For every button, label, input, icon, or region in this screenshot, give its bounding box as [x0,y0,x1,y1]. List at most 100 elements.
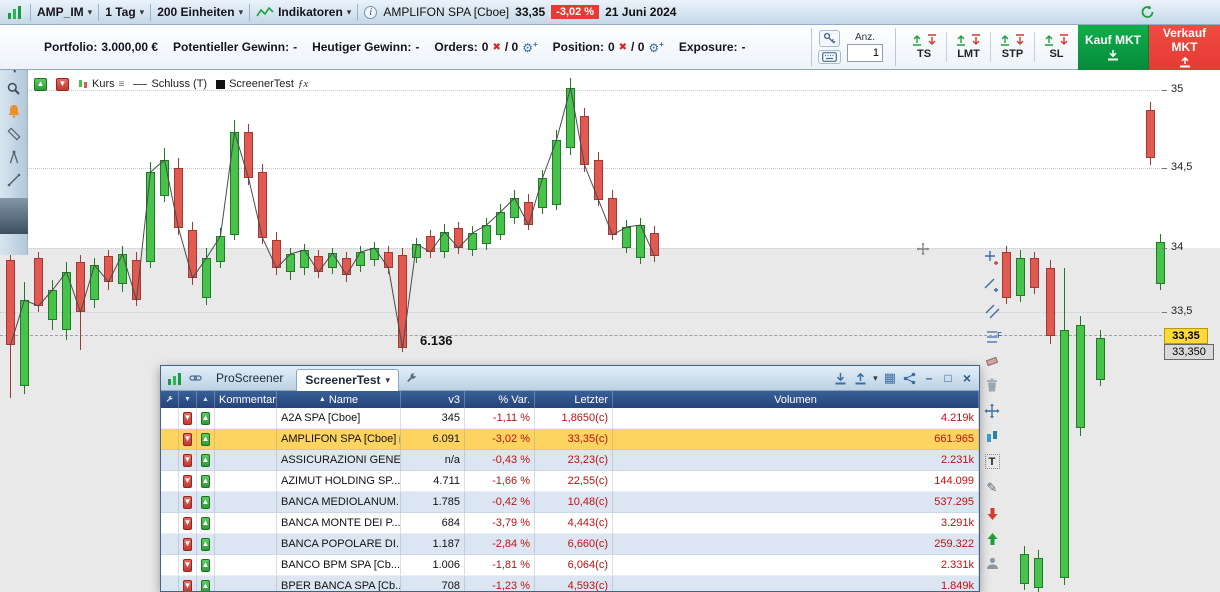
table-row[interactable]: ▼ ▲ BANCA MONTE DEI P... 684 -3,79 % 4,4… [161,513,979,534]
sell-row-button[interactable]: ▼ [179,534,197,555]
col-letzter[interactable]: Letzter [535,391,613,408]
table-row[interactable]: ▼ ▲ BANCO BPM SPA [Cb... 1.006 -1,81 % 6… [161,555,979,576]
buy-row-button[interactable]: ▲ [197,534,215,555]
position-stat: Position: 0 ✖ / 0 ⚙+ [552,39,664,55]
table-row[interactable]: ▼ ▲ AZIMUT HOLDING SP... 4.711 -1,66 % 2… [161,471,979,492]
eraser-icon[interactable] [985,355,999,367]
line-tool-icon[interactable] [7,173,21,187]
sell-row-button[interactable]: ▼ [179,555,197,576]
v3-cell: 708 [401,576,465,591]
refresh-icon[interactable] [1139,4,1156,20]
close-button[interactable]: × [960,370,974,386]
table-row[interactable]: ▼ ▲ A2A SPA [Cboe] 345 -1,11 % 1,8650(c)… [161,408,979,429]
zoom-icon[interactable] [7,82,20,95]
pencil-icon[interactable]: ✎ [987,480,998,496]
tab-proscreener[interactable]: ProScreener [208,368,291,388]
chart-type-icon[interactable] [986,430,999,443]
table-row[interactable]: ▼ ▲ BPER BANCA SPA [Cb... 708 -1,23 % 4,… [161,576,979,591]
sell-row-button[interactable]: ▼ [179,492,197,513]
buy-row-button[interactable]: ▲ [197,492,215,513]
person-icon[interactable] [986,557,999,569]
list-icon[interactable]: ≡ [119,79,125,90]
screener-series-legend[interactable]: ScreenerTest ƒx [216,78,308,90]
buy-row-button[interactable]: ▲ [197,513,215,534]
compass-icon[interactable] [8,150,20,164]
quantity-input[interactable] [847,44,883,62]
order-type-button[interactable]: STP [990,32,1034,62]
wrench-icon[interactable] [404,371,419,386]
quick-buy-button[interactable]: ▲ [34,77,47,91]
col-var[interactable]: % Var. [465,391,535,408]
import-icon[interactable] [853,371,868,386]
sell-arrow-icon: ▼ [182,474,193,488]
buy-arrow-tool-icon[interactable] [986,532,999,546]
share-icon[interactable] [902,371,917,386]
bell-icon[interactable] [7,104,21,118]
move-icon[interactable] [984,403,1000,419]
position-settings-icon[interactable]: ⚙+ [648,40,663,55]
cancel-orders-icon[interactable]: ✖ [492,42,500,53]
crosshair-plus-icon[interactable] [984,250,1000,266]
sell-row-button[interactable]: ▼ [179,513,197,534]
quick-sell-button[interactable]: ▼ [56,77,69,91]
sell-arrow-icon: ▼ [182,537,193,551]
app-chart-icon[interactable] [6,4,24,20]
info-icon[interactable]: i [364,5,378,19]
link-icon[interactable] [188,371,203,385]
timeframe-dropdown[interactable]: 1 Tag ▾ [105,5,144,19]
close-series-legend[interactable]: Schluss (T) [133,78,207,90]
sell-market-button[interactable]: Verkauf MKT [1149,24,1220,70]
chevron-down-icon[interactable]: ▾ [873,373,878,384]
buy-row-button[interactable]: ▲ [197,555,215,576]
buy-market-button[interactable]: Kauf MKT [1078,24,1149,70]
order-type-button[interactable]: TS [902,32,946,62]
keyboard-icon[interactable] [818,50,841,64]
buy-arrow-icon: ▲ [200,495,211,509]
parallel-lines-icon[interactable] [985,304,1000,319]
trendline-plus-icon[interactable] [984,277,1000,293]
tab-screenertest[interactable]: ScreenerTest ▾ [296,368,400,391]
col-name[interactable]: ▲ Name [277,391,401,408]
table-row[interactable]: ▼ ▲ BANCA POPOLARE DI... 1.187 -2,84 % 6… [161,534,979,555]
candle-body [328,253,337,268]
buy-row-button[interactable]: ▲ [197,576,215,591]
indicators-dropdown[interactable]: Indikatoren ▾ [256,5,351,19]
units-dropdown[interactable]: 200 Einheiten ▾ [157,5,243,19]
sell-arrow-tool-icon[interactable] [986,507,999,521]
close-position-icon[interactable]: ✖ [619,42,627,53]
col-kommentar[interactable]: Kommentar [215,391,277,408]
sell-row-button[interactable]: ▼ [179,408,197,429]
ruler-icon[interactable] [6,127,21,141]
export-icon[interactable] [833,371,848,386]
last-price-badge: 33,35 [1164,328,1208,344]
fibonacci-icon[interactable]: F [986,330,1002,344]
sell-row-button[interactable]: ▼ [179,576,197,591]
buy-row-button[interactable]: ▲ [197,429,215,450]
buy-row-button[interactable]: ▲ [197,450,215,471]
table-row[interactable]: ▼ ▲ AMPLIFON SPA [Cboe]i 6.091 -3,02 % 3… [161,429,979,450]
sell-row-button[interactable]: ▼ [179,450,197,471]
symbol-dropdown[interactable]: AMP_IM ▾ [37,5,92,19]
col-volumen[interactable]: Volumen [613,391,979,408]
order-type-button[interactable]: LMT [946,32,990,62]
col-v3[interactable]: v3 [401,391,465,408]
order-type-button[interactable]: SL [1034,32,1078,62]
buy-row-button[interactable]: ▲ [197,408,215,429]
header-settings-cell[interactable] [161,391,179,408]
price-series-legend[interactable]: Kurs ≡ [78,78,124,90]
text-tool-icon[interactable]: T [984,454,1000,469]
table-row[interactable]: ▼ ▲ ASSICURAZIONI GENE... n/a -0,43 % 23… [161,450,979,471]
table-row[interactable]: ▼ ▲ BANCA MEDIOLANUM... 1.785 -0,42 % 10… [161,492,979,513]
sell-row-button[interactable]: ▼ [179,471,197,492]
buy-row-button[interactable]: ▲ [197,471,215,492]
last-cell: 6,064(c) [535,555,613,576]
trash-icon[interactable] [986,378,998,392]
orders-settings-icon[interactable]: ⚙+ [522,40,537,55]
minimize-button[interactable]: – [922,371,936,385]
maximize-button[interactable]: □ [941,371,955,385]
screener-chart-icon[interactable] [166,371,183,386]
key-icon[interactable] [819,30,840,47]
wrench-icon [166,395,173,402]
table-icon[interactable]: ▦ [883,369,897,387]
sell-row-button[interactable]: ▼ [179,429,197,450]
